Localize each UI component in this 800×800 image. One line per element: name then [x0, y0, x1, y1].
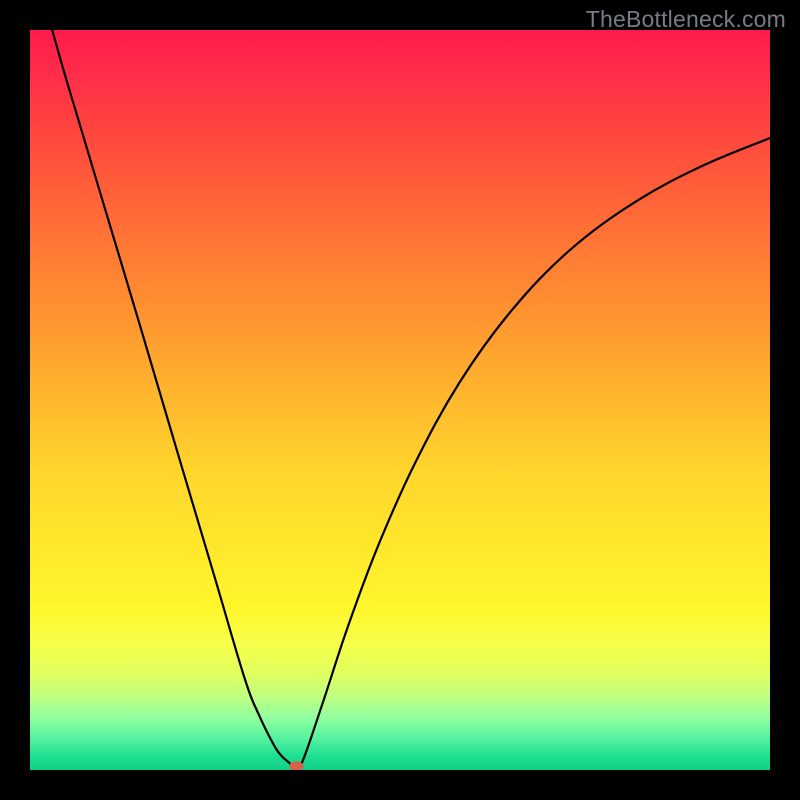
curve-svg — [30, 30, 770, 770]
curve-right-branch — [296, 138, 770, 770]
chart-frame: TheBottleneck.com — [0, 0, 800, 800]
plot-area — [30, 30, 770, 770]
watermark-text: TheBottleneck.com — [586, 6, 786, 33]
curve-left-branch — [52, 30, 296, 770]
